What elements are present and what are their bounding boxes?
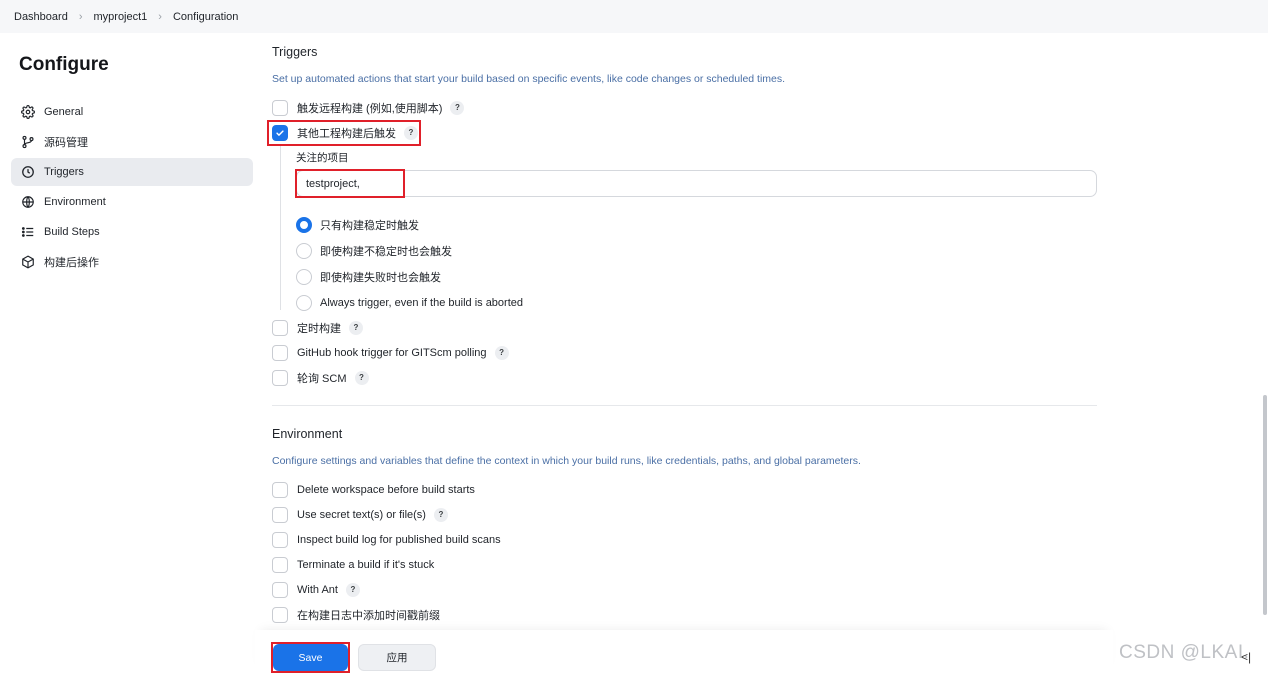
checkbox[interactable] bbox=[272, 99, 288, 116]
trigger-github-hook-option[interactable]: GitHub hook trigger for GITScm polling ? bbox=[272, 344, 509, 361]
sidebar-item-label: Triggers bbox=[44, 166, 84, 178]
chevron-right-icon: › bbox=[158, 10, 162, 23]
option-label: Use secret text(s) or file(s) bbox=[297, 508, 426, 521]
option-label: 轮询 SCM bbox=[297, 372, 347, 385]
radio-label: 即使构建失败时也会触发 bbox=[320, 271, 441, 284]
env-timestamp-option[interactable]: 在构建日志中添加时间戳前缀 bbox=[272, 606, 440, 623]
option-label: GitHub hook trigger for GITScm polling bbox=[297, 346, 487, 359]
radio-label: Always trigger, even if the build is abo… bbox=[320, 296, 524, 309]
environment-section-description: Configure settings and variables that de… bbox=[272, 455, 861, 467]
checkbox[interactable] bbox=[272, 606, 288, 623]
sidebar-item-source-management[interactable]: 源码管理 bbox=[11, 128, 253, 156]
trigger-remote-build-option[interactable]: 触发远程构建 (例如,使用脚本) ? bbox=[272, 99, 465, 116]
help-icon[interactable]: ? bbox=[349, 320, 363, 335]
list-icon bbox=[20, 224, 36, 240]
annotation-highlight-box bbox=[295, 169, 405, 198]
triggers-section-title: Triggers bbox=[272, 45, 318, 59]
breadcrumb-project[interactable]: myproject1 bbox=[94, 11, 148, 23]
help-icon[interactable]: ? bbox=[354, 370, 369, 385]
sidebar-item-label: 源码管理 bbox=[44, 137, 88, 149]
option-label: 在构建日志中添加时间戳前缀 bbox=[297, 609, 440, 622]
checkbox[interactable] bbox=[272, 319, 288, 336]
branch-icon bbox=[20, 134, 36, 150]
watermark: CSDN @LKAI. bbox=[1119, 642, 1250, 663]
sidebar-item-label: Build Steps bbox=[44, 226, 100, 238]
radio-selected[interactable] bbox=[296, 216, 312, 233]
breadcrumb-configuration[interactable]: Configuration bbox=[173, 11, 238, 23]
radio-button[interactable] bbox=[296, 294, 312, 311]
sidebar-item-label: General bbox=[44, 106, 84, 118]
globe-icon bbox=[20, 194, 36, 210]
sidebar-item-build-steps[interactable]: Build Steps bbox=[11, 218, 253, 246]
watched-projects-input[interactable] bbox=[296, 170, 1097, 197]
section-divider bbox=[272, 405, 1097, 406]
option-label: With Ant bbox=[297, 583, 338, 596]
annotation-highlight-box bbox=[267, 120, 421, 146]
checkbox[interactable] bbox=[272, 481, 288, 498]
checkbox[interactable] bbox=[272, 531, 288, 548]
scrollbar-thumb[interactable] bbox=[1263, 395, 1267, 615]
help-icon[interactable]: ? bbox=[494, 345, 509, 360]
option-label: Inspect build log for published build sc… bbox=[297, 533, 501, 546]
option-label: Terminate a build if it's stuck bbox=[297, 558, 435, 571]
radio-label: 即使构建不稳定时也会触发 bbox=[320, 245, 452, 258]
apply-button[interactable]: 应用 bbox=[358, 644, 436, 671]
radio-trigger-always[interactable]: Always trigger, even if the build is abo… bbox=[296, 294, 523, 311]
radio-trigger-failed[interactable]: 即使构建失败时也会触发 bbox=[296, 268, 441, 285]
triggers-section-description: Set up automated actions that start your… bbox=[272, 73, 786, 85]
sidebar-item-post-build[interactable]: 构建后操作 bbox=[11, 248, 253, 276]
help-icon[interactable]: ? bbox=[345, 582, 360, 597]
checkbox[interactable] bbox=[272, 369, 288, 386]
sidebar-nav: General 源码管理 Triggers Environment Build … bbox=[11, 98, 253, 278]
help-icon[interactable]: ? bbox=[433, 507, 448, 522]
env-terminate-stuck-option[interactable]: Terminate a build if it's stuck bbox=[272, 556, 434, 573]
sidebar-item-triggers[interactable]: Triggers bbox=[11, 158, 253, 186]
radio-button[interactable] bbox=[296, 268, 312, 285]
watched-projects-label: 关注的项目 bbox=[296, 152, 349, 164]
environment-section-title: Environment bbox=[272, 427, 343, 441]
sidebar-item-label: 构建后操作 bbox=[44, 257, 99, 269]
trigger-poll-scm-option[interactable]: 轮询 SCM ? bbox=[272, 369, 369, 386]
radio-button[interactable] bbox=[296, 242, 312, 259]
sidebar-item-environment[interactable]: Environment bbox=[11, 188, 253, 216]
trigger-periodic-build-option[interactable]: 定时构建 ? bbox=[272, 319, 363, 336]
breadcrumb: Dashboard › myproject1 › Configuration bbox=[0, 0, 1268, 33]
env-inspect-build-log-option[interactable]: Inspect build log for published build sc… bbox=[272, 531, 501, 548]
page-title: Configure bbox=[19, 54, 109, 75]
checkbox[interactable] bbox=[272, 581, 288, 598]
option-label: Delete workspace before build starts bbox=[297, 483, 475, 496]
help-icon[interactable]: ? bbox=[450, 100, 465, 115]
breadcrumb-dashboard[interactable]: Dashboard bbox=[14, 11, 68, 23]
checkbox[interactable] bbox=[272, 344, 288, 361]
checkbox[interactable] bbox=[272, 506, 288, 523]
sidebar-item-label: Environment bbox=[44, 196, 106, 208]
env-secret-text-option[interactable]: Use secret text(s) or file(s) ? bbox=[272, 506, 448, 523]
collapse-icon[interactable]: <| bbox=[1241, 650, 1251, 664]
chevron-right-icon: › bbox=[78, 10, 83, 23]
annotation-highlight-box bbox=[271, 642, 350, 673]
radio-label: 只有构建稳定时触发 bbox=[320, 219, 419, 232]
option-label: 定时构建 bbox=[297, 322, 341, 335]
clock-icon bbox=[20, 164, 36, 180]
checkbox[interactable] bbox=[272, 556, 288, 573]
cube-icon bbox=[20, 254, 36, 270]
env-delete-workspace-option[interactable]: Delete workspace before build starts bbox=[272, 481, 475, 498]
option-label: 触发远程构建 (例如,使用脚本) bbox=[297, 102, 443, 115]
radio-trigger-stable-only[interactable]: 只有构建稳定时触发 bbox=[296, 216, 419, 233]
nested-options-guide bbox=[280, 146, 281, 310]
sidebar-item-general[interactable]: General bbox=[11, 98, 253, 126]
env-with-ant-option[interactable]: With Ant ? bbox=[272, 581, 360, 598]
gear-icon bbox=[20, 104, 36, 120]
radio-trigger-unstable[interactable]: 即使构建不稳定时也会触发 bbox=[296, 242, 452, 259]
